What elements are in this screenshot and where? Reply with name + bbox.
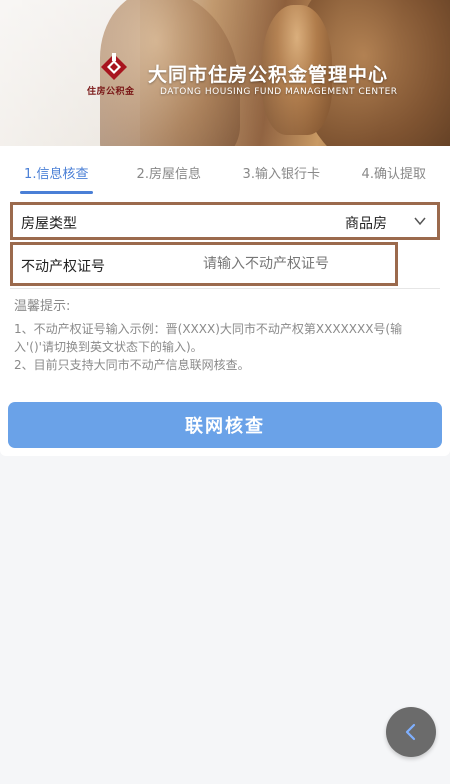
cert-number-input[interactable] bbox=[203, 250, 383, 278]
chevron-down-icon bbox=[414, 217, 426, 226]
header-banner: 住房公积金 大同市住房公积金管理中心 DATONG HOUSING FUND M… bbox=[0, 0, 450, 146]
tab-step-3[interactable]: 3.输入银行卡 bbox=[225, 146, 338, 194]
tips: 温馨提示: 1、不动产权证号输入示例：晋(XXXX)大同市不动产权第XXXXXX… bbox=[14, 298, 439, 374]
tip-line-1: 1、不动产权证号输入示例：晋(XXXX)大同市不动产权第XXXXXXX号(输入'… bbox=[14, 322, 403, 354]
housing-fund-logo-icon bbox=[101, 53, 127, 80]
tips-title: 温馨提示: bbox=[14, 299, 71, 314]
tab-step-1[interactable]: 1.信息核查 bbox=[0, 146, 113, 194]
center-name: 大同市住房公积金管理中心 bbox=[148, 64, 389, 86]
cert-number-label: 不动产权证号 bbox=[21, 259, 105, 275]
cert-number-row: 不动产权证号 bbox=[10, 242, 398, 286]
tab-step-2[interactable]: 2.房屋信息 bbox=[113, 146, 226, 194]
house-type-value: 商品房 bbox=[345, 216, 387, 232]
tip-line-2: 2、目前只支持大同市不动产信息联网核查。 bbox=[14, 358, 250, 372]
chevron-left-icon bbox=[405, 723, 416, 741]
step-tabs: 1.信息核查 2.房屋信息 3.输入银行卡 4.确认提取 bbox=[0, 146, 450, 194]
back-button[interactable] bbox=[386, 707, 436, 757]
form-card: 房屋类型 商品房 不动产权证号 温馨提示: 1、不动产权证号输入示例：晋(XXX… bbox=[0, 194, 450, 456]
center-english-name: DATONG HOUSING FUND MANAGEMENT CENTER bbox=[160, 87, 398, 97]
house-type-label: 房屋类型 bbox=[21, 216, 77, 232]
tab-step-4[interactable]: 4.确认提取 bbox=[338, 146, 450, 194]
logo-subtitle: 住房公积金 bbox=[87, 87, 135, 97]
divider bbox=[10, 288, 440, 289]
verify-button[interactable]: 联网核查 bbox=[8, 402, 442, 448]
house-type-select[interactable]: 房屋类型 商品房 bbox=[10, 202, 440, 240]
